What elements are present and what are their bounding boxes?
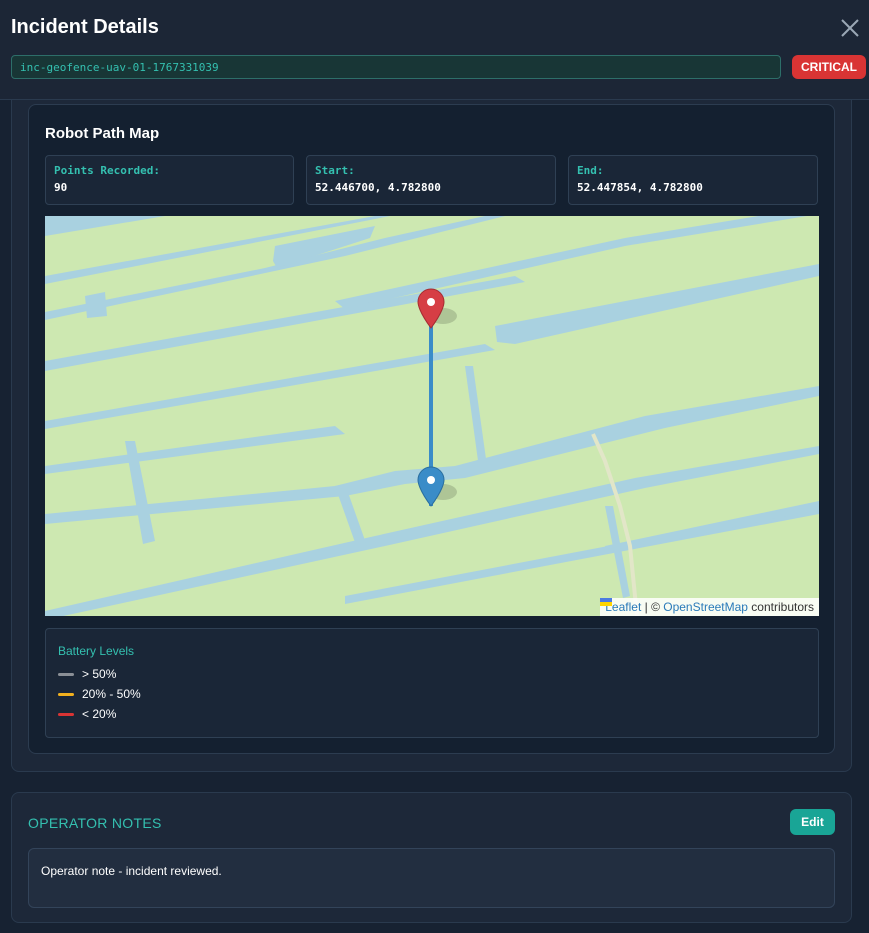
close-button[interactable] [836,14,864,42]
points-recorded-value: 90 [54,181,68,194]
legend-swatch [58,713,74,716]
modal-title: Incident Details [11,16,159,38]
attribution-suffix: contributors [747,600,814,614]
modal-header: Incident Details inc-geofence-uav-01-176… [0,0,869,100]
ukraine-flag-icon [600,598,613,606]
severity-badge: CRITICAL [792,55,866,79]
points-recorded-label: Points Recorded: [54,164,160,177]
map-title: Robot Path Map [45,125,160,142]
edit-notes-button[interactable]: Edit [790,809,835,835]
points-recorded-stat: Points Recorded: 90 [45,155,294,205]
legend-title: Battery Levels [58,644,135,658]
close-icon [841,19,859,37]
map-view[interactable]: Leaflet | © OpenStreetMap contributors [45,216,819,616]
battery-legend: Battery Levels > 50% 20% - 50% < 20% [45,628,819,738]
legend-swatch [58,673,74,676]
end-label: End: [577,164,604,177]
osm-link[interactable]: OpenStreetMap [663,600,748,614]
end-coordinate-stat: End: 52.447854, 4.782800 [568,155,818,205]
legend-label: 20% - 50% [82,687,141,701]
legend-swatch [58,693,74,696]
legend-label: > 50% [82,667,117,681]
map-attribution: Leaflet | © OpenStreetMap contributors [600,598,819,616]
notes-title: OPERATOR NOTES [28,815,162,831]
legend-label: < 20% [82,707,117,721]
start-value: 52.446700, 4.782800 [315,181,441,194]
incident-id-field[interactable]: inc-geofence-uav-01-1767331039 [11,55,781,79]
map-tiles [45,216,819,616]
attribution-separator: | © [641,600,664,614]
start-marker-icon[interactable] [417,466,445,507]
start-coordinate-stat: Start: 52.446700, 4.782800 [306,155,556,205]
operator-notes-panel: OPERATOR NOTES Edit Operator note - inci… [11,792,852,923]
robot-path-card: Robot Path Map Points Recorded: 90 Start… [28,104,835,754]
end-value: 52.447854, 4.782800 [577,181,703,194]
notes-content: Operator note - incident reviewed. [28,848,835,908]
start-label: Start: [315,164,355,177]
